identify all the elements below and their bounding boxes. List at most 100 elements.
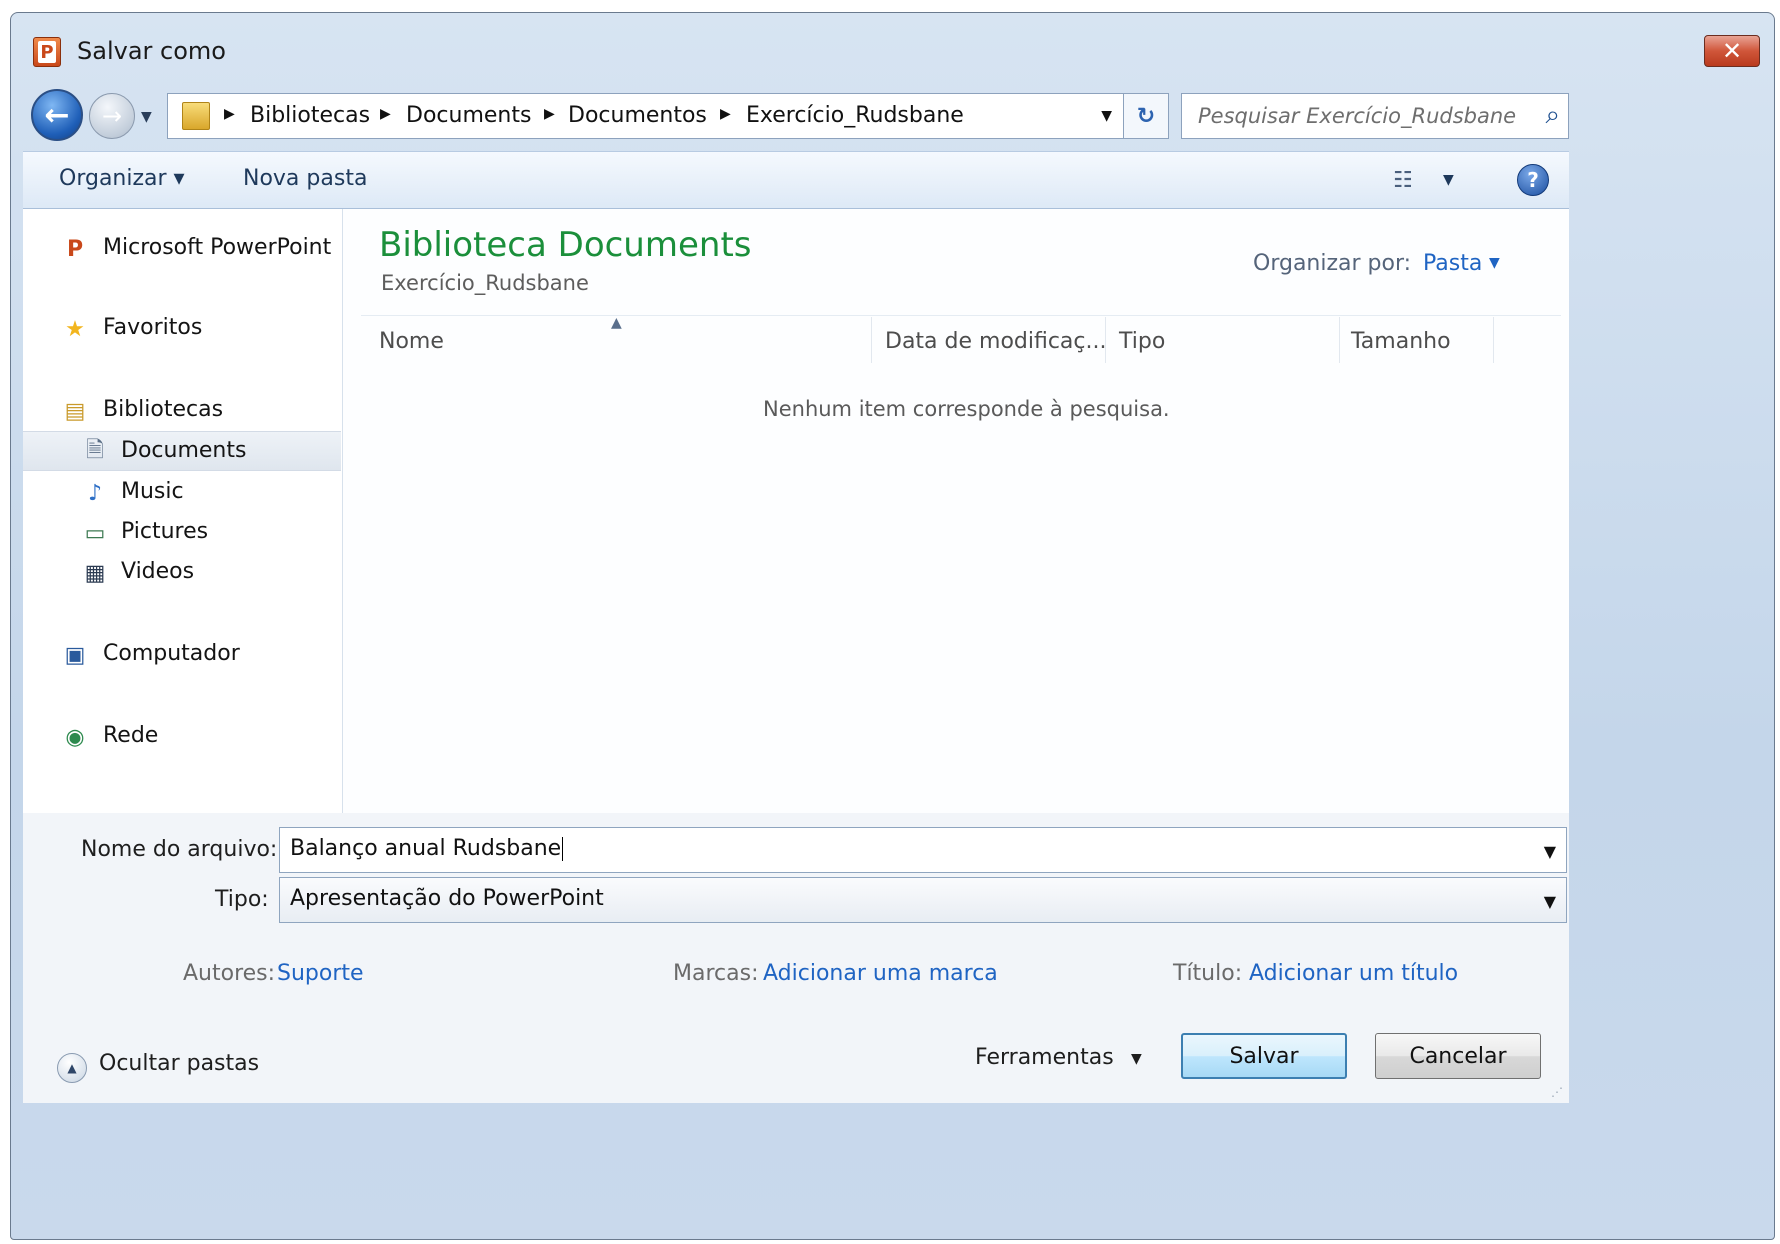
help-icon[interactable]: ?: [1517, 164, 1549, 196]
breadcrumb-bibliotecas[interactable]: Bibliotecas: [250, 103, 370, 128]
file-list-pane: Biblioteca Documents Exercício_Rudsbane …: [343, 209, 1569, 813]
recent-locations-dropdown[interactable]: ▼: [141, 109, 152, 125]
add-tag-link[interactable]: Adicionar uma marca: [763, 961, 998, 986]
address-dropdown-icon[interactable]: ▼: [1101, 108, 1112, 124]
header-divider: [361, 315, 1561, 316]
tools-button[interactable]: Ferramentas: [975, 1045, 1114, 1070]
filename-field[interactable]: Balanço anual Rudsbane ▼: [279, 827, 1567, 873]
organize-button[interactable]: Organizar ▾: [59, 166, 185, 191]
column-header-tamanho[interactable]: Tamanho: [1351, 329, 1451, 354]
sidebar-item-label: Computador: [103, 641, 240, 666]
breadcrumb-exercicio-rudsbane[interactable]: Exercício_Rudsbane: [746, 103, 964, 128]
sidebar-item-computador[interactable]: ▣ Computador: [23, 635, 341, 675]
filename-label: Nome do arquivo:: [81, 837, 278, 862]
sidebar-item-label: Music: [121, 479, 184, 504]
resize-grip-icon[interactable]: ⋰: [1551, 1085, 1563, 1099]
column-separator[interactable]: [1105, 317, 1106, 363]
arrange-by-dropdown[interactable]: Pasta: [1423, 251, 1482, 276]
command-toolbar: Organizar ▾ Nova pasta ☷ ▼ ?: [23, 151, 1569, 209]
title-label: Título:: [1173, 961, 1243, 986]
type-label: Tipo:: [215, 887, 269, 912]
dialog-footer: ▲ Ocultar pastas Ferramentas ▼ Salvar Ca…: [23, 1033, 1569, 1103]
sidebar-item-videos[interactable]: ▦ Videos: [23, 553, 341, 593]
library-title: Biblioteca Documents: [379, 225, 752, 265]
video-icon: ▦: [84, 560, 106, 586]
sidebar-item-music[interactable]: ♪ Music: [23, 473, 341, 513]
sidebar-item-documents[interactable]: 🗎 Documents: [23, 431, 341, 471]
views-dropdown-icon[interactable]: ▼: [1443, 172, 1454, 188]
sidebar-item-label: Documents: [121, 438, 247, 463]
column-separator[interactable]: [871, 317, 872, 363]
breadcrumb-separator-icon[interactable]: ▶: [224, 106, 235, 122]
music-icon: ♪: [87, 480, 103, 506]
breadcrumb-documentos[interactable]: Documentos: [568, 103, 707, 128]
search-input[interactable]: Pesquisar Exercício_Rudsbane: [1198, 104, 1516, 128]
star-icon: ★: [65, 316, 85, 342]
title-bar: P Salvar como ✕: [11, 13, 1774, 71]
add-title-link[interactable]: Adicionar um título: [1249, 961, 1458, 986]
chevron-up-icon: ▲: [67, 1061, 77, 1075]
breadcrumb-separator-icon[interactable]: ▶: [720, 106, 731, 122]
cancel-button[interactable]: Cancelar: [1375, 1033, 1541, 1079]
powerpoint-icon: P: [66, 236, 84, 262]
breadcrumb-documents[interactable]: Documents: [406, 103, 531, 128]
tools-dropdown-icon[interactable]: ▼: [1131, 1051, 1142, 1067]
column-header-nome[interactable]: Nome: [379, 329, 444, 354]
hide-folders-label[interactable]: Ocultar pastas: [99, 1051, 259, 1076]
sidebar-item-label: Rede: [103, 723, 159, 748]
refresh-icon: ↻: [1136, 103, 1156, 129]
new-folder-button[interactable]: Nova pasta: [243, 166, 367, 191]
file-type-value: Apresentação do PowerPoint: [290, 886, 604, 911]
sidebar-item-label: Favoritos: [103, 315, 203, 340]
sidebar-item-label: Videos: [121, 559, 195, 584]
search-icon[interactable]: ⌕: [1545, 100, 1560, 131]
window-title: Salvar como: [77, 37, 226, 65]
hide-folders-button[interactable]: ▲: [57, 1053, 87, 1083]
refresh-button[interactable]: ↻: [1123, 93, 1169, 139]
sidebar-item-label: Bibliotecas: [103, 397, 224, 422]
library-subtitle: Exercício_Rudsbane: [381, 271, 589, 295]
column-header-tipo[interactable]: Tipo: [1119, 329, 1165, 354]
powerpoint-app-icon: P: [33, 37, 61, 67]
sidebar-item-label: Microsoft PowerPoint: [103, 235, 332, 260]
save-button[interactable]: Salvar: [1181, 1033, 1347, 1079]
views-icon[interactable]: ☷: [1393, 168, 1413, 193]
breadcrumb-separator-icon[interactable]: ▶: [544, 106, 555, 122]
save-as-dialog: P Salvar como ✕ ← → ▼ ▶ Bibliotecas ▶ Do…: [10, 12, 1775, 1240]
filename-dropdown-icon[interactable]: ▼: [1544, 842, 1556, 861]
authors-label: Autores:: [183, 961, 276, 986]
sidebar-item-label: Pictures: [121, 519, 209, 544]
column-separator[interactable]: [1493, 317, 1494, 363]
column-separator[interactable]: [1339, 317, 1340, 363]
empty-list-message: Nenhum item corresponde à pesquisa.: [763, 397, 1170, 421]
sidebar-item-favoritos[interactable]: ★ Favoritos: [23, 309, 341, 349]
computer-icon: ▣: [64, 642, 86, 668]
libraries-icon: ▤: [64, 398, 86, 424]
document-icon: 🗎: [86, 438, 104, 463]
forward-button[interactable]: →: [89, 93, 135, 139]
picture-icon: ▭: [84, 520, 106, 546]
tags-label: Marcas:: [673, 961, 759, 986]
authors-value[interactable]: Suporte: [277, 961, 364, 986]
file-type-dropdown-icon[interactable]: ▼: [1544, 892, 1556, 911]
back-button[interactable]: ←: [31, 89, 83, 141]
breadcrumb-separator-icon[interactable]: ▶: [380, 106, 391, 122]
arrange-by-dropdown-icon[interactable]: ▼: [1489, 255, 1500, 271]
sidebar-item-microsoft-powerpoint[interactable]: P Microsoft PowerPoint: [23, 229, 341, 269]
folder-icon: [182, 102, 210, 130]
close-button[interactable]: ✕: [1704, 35, 1760, 67]
column-header-data-modificacao[interactable]: Data de modificaç...: [885, 329, 1107, 354]
sidebar-item-pictures[interactable]: ▭ Pictures: [23, 513, 341, 553]
sidebar-item-bibliotecas[interactable]: ▤ Bibliotecas: [23, 391, 341, 431]
network-icon: ◉: [65, 724, 85, 750]
forward-arrow-icon: →: [101, 102, 123, 130]
address-bar[interactable]: ▶ Bibliotecas ▶ Documents ▶ Documentos ▶…: [167, 93, 1127, 139]
sort-ascending-icon: ▲: [611, 315, 622, 331]
navigation-pane: P Microsoft PowerPoint ★ Favoritos ▤ Bib…: [23, 209, 343, 813]
sidebar-item-rede[interactable]: ◉ Rede: [23, 717, 341, 757]
search-box[interactable]: Pesquisar Exercício_Rudsbane ⌕: [1181, 93, 1569, 139]
file-type-select[interactable]: Apresentação do PowerPoint ▼: [279, 877, 1567, 923]
arrange-by-label: Organizar por:: [1253, 251, 1412, 276]
filename-input[interactable]: Balanço anual Rudsbane: [290, 836, 564, 861]
back-arrow-icon: ←: [44, 97, 70, 133]
